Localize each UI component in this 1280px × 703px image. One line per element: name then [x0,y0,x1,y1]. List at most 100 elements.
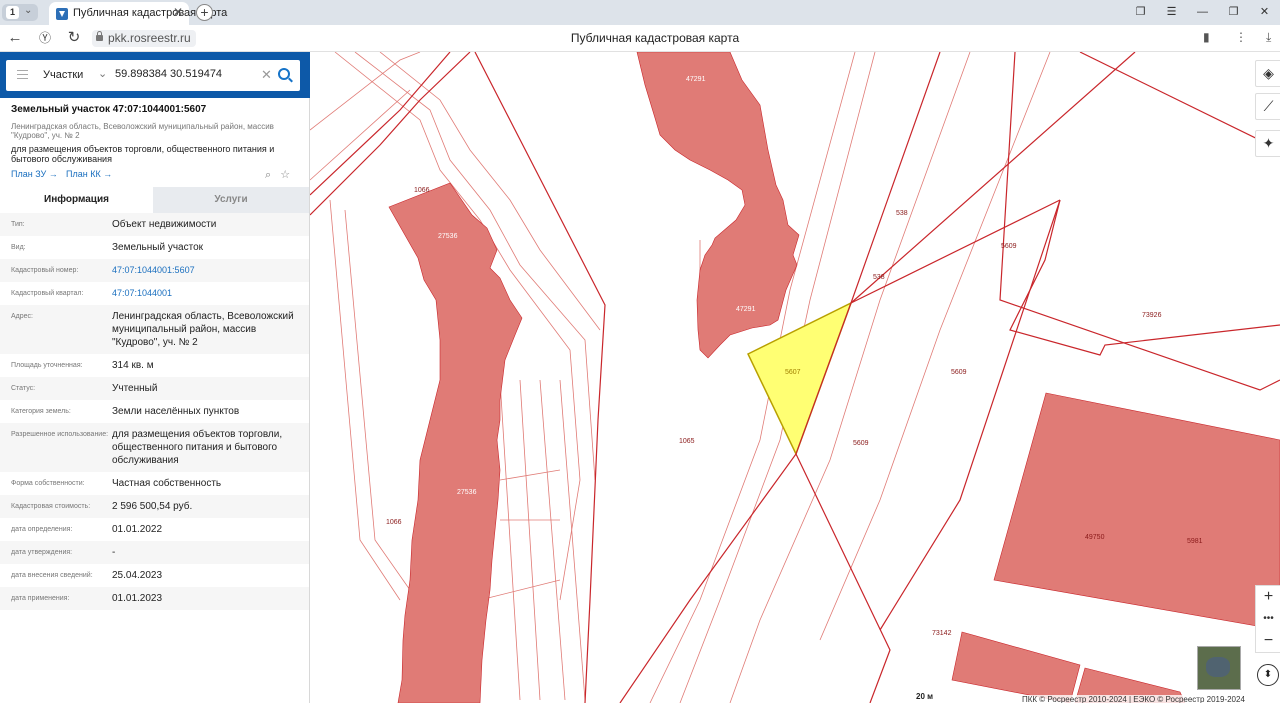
tabs-collection-icon[interactable]: ❐ [1125,0,1156,25]
map-label: 1066 [414,187,430,194]
table-row: Разрешенное использование: для размещения… [0,423,309,472]
row-label: Вид: [11,244,26,251]
ruler-icon[interactable]: ⟋ [1255,93,1280,120]
map-label: 1065 [679,438,695,445]
row-value[interactable]: 47:07:1044001 [112,287,302,300]
row-label: Адрес: [11,313,33,320]
search-icon[interactable] [278,68,290,80]
compass-icon[interactable]: ⬍ [1257,664,1279,686]
table-row: Тип: Объект недвижимости [0,213,309,236]
plan-icons: ⌕ ☆ [265,168,290,182]
window-controls: ❐ ☰ — ❐ ✕ [1125,0,1280,25]
map-label: 47291 [686,76,706,83]
parcel-title: Земельный участок 47:07:1044001:5607 [11,104,207,115]
minimize-icon[interactable]: — [1187,0,1218,25]
table-row: Статус: Учтенный [0,377,309,400]
close-window-icon[interactable]: ✕ [1249,0,1280,25]
tab-count: 1 [6,6,19,19]
row-label: Категория земель: [11,408,71,415]
restore-icon[interactable]: ❐ [1218,0,1249,25]
info-tabs: Информация Услуги [0,187,309,213]
star-icon[interactable]: ☆ [280,169,290,181]
map-label: 47291 [736,306,756,313]
browser-tab-bar: 1 ⌄ Публичная кадастровая карта ✕ + ❐ ☰ … [0,0,1280,25]
close-tab-icon[interactable]: ✕ [173,5,183,19]
rosreestr-favicon-icon [56,8,68,20]
table-row: дата применения: 01.01.2023 [0,587,309,610]
row-value[interactable]: 47:07:1044001:5607 [112,264,302,277]
row-value: 01.01.2022 [112,524,163,535]
map-label: 538 [873,274,885,281]
search-input[interactable] [115,68,260,80]
table-row: Адрес: Ленинградская область, Всеволожски… [0,305,309,354]
layers-icon[interactable]: ◈ [1255,60,1280,87]
row-value: Объект недвижимости [112,219,217,230]
bookmark-icon[interactable]: ▮ [1203,30,1210,44]
parcel-use: для размещения объектов торговли, общест… [11,144,275,164]
plan-kk-link[interactable]: План КК → [66,169,112,179]
map-label: 5607 [785,369,801,376]
row-value: 01.01.2023 [112,593,163,604]
download-icon[interactable]: ⤓ [1266,30,1271,45]
map-canvas[interactable]: 1066 27536 47291 47291 538 538 5609 7392… [310,52,1280,703]
tab-counter-button[interactable]: 1 ⌄ [2,4,38,21]
page-title: Публичная кадастровая карта [570,31,740,45]
tab-info[interactable]: Информация [0,187,153,213]
table-row: Вид: Земельный участок [0,236,309,259]
map-label: 1066 [386,519,402,526]
map-label: 27536 [457,489,477,496]
table-row: дата внесения сведений: 25.04.2023 [0,564,309,587]
attributes-table: Тип: Объект недвижимости Вид: Земельный уча… [0,213,309,610]
row-value: Земельный участок [112,242,204,253]
map-label: 538 [896,210,908,217]
search-box: Участки ⌄ ✕ [6,60,300,91]
row-label: Площадь уточненная: [11,362,83,369]
plan-zu-link[interactable]: План ЗУ → [11,169,58,179]
map-copyright: ПКК © Росреестр 2010-2024 | ЕЭКО © Росре… [1022,695,1245,703]
new-tab-button[interactable]: + [196,4,213,21]
search-on-map-icon[interactable]: ⌕ [265,169,271,181]
row-value: Земли населённых пунктов [112,406,240,417]
search-bar: Участки ⌄ ✕ ‹ [0,52,319,98]
row-value: Ленинградская область, Всеволожский муни… [112,311,294,348]
row-label: Тип: [11,221,25,228]
zoom-control: + ••• − [1255,585,1280,653]
browser-tab[interactable]: Публичная кадастровая карта ✕ [49,2,227,25]
table-row: Кадастровый квартал: 47:07:1044001 [0,282,309,305]
map-label: 5609 [853,440,869,447]
tab-services[interactable]: Услуги [153,187,309,213]
map-label: 5609 [1001,243,1017,250]
table-row: Площадь уточненная: 314 кв. м [0,354,309,377]
locate-icon[interactable]: ✦ [1255,130,1280,157]
row-label: Кадастровый квартал: [11,290,84,297]
row-label: Статус: [11,385,36,392]
zoom-more-icon[interactable]: ••• [1256,608,1280,630]
zoom-out-button[interactable]: − [1256,630,1280,652]
table-row: дата утверждения: - [0,541,309,564]
map-scale: 20 м [916,692,934,701]
clear-search-icon[interactable]: ✕ [261,67,272,83]
row-label: Разрешенное использование: [11,431,109,438]
parcel-address: Ленинградская область, Всеволожский муни… [11,122,274,140]
table-row: дата определения: 01.01.2022 [0,518,309,541]
row-label: дата внесения сведений: [11,572,93,579]
chevron-down-icon[interactable]: ⌄ [98,67,107,80]
map-label: 73926 [1142,312,1162,319]
row-value: 314 кв. м [112,360,154,371]
menu-icon[interactable]: ☰ [1156,0,1187,25]
table-row: Категория земель: Земли населённых пункто… [0,400,309,423]
row-value: 2 596 500,54 руб. [112,501,193,512]
row-label: Форма собственности: [11,480,85,487]
hamburger-menu-icon[interactable] [17,70,28,80]
table-row: Кадастровая стоимость: 2 596 500,54 руб. [0,495,309,518]
search-type-select[interactable]: Участки [43,69,83,81]
row-value: Учтенный [112,383,158,394]
row-value: для размещения объектов торговли, общест… [112,429,283,466]
minimap-satellite-thumbnail[interactable] [1197,646,1241,690]
table-row: Форма собственности: Частная собственност… [0,472,309,495]
row-value: Частная собственность [112,478,222,489]
zoom-in-button[interactable]: + [1256,586,1280,608]
info-panel: Участки ⌄ ✕ ‹ Земельный участок 47:07:10… [0,52,319,703]
more-icon[interactable]: ⋮ [1235,30,1247,44]
row-label: дата утверждения: [11,549,73,556]
